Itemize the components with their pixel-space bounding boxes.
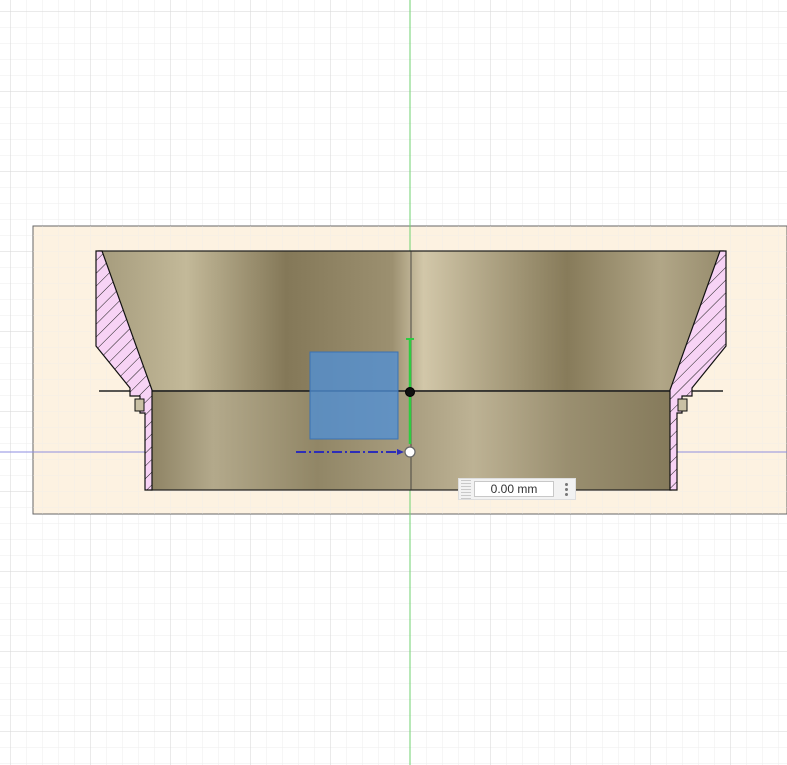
canvas[interactable]: [0, 0, 787, 765]
dimension-input-box[interactable]: [458, 478, 576, 500]
sketch-point[interactable]: [404, 446, 416, 458]
vertical-ellipsis-icon[interactable]: [559, 479, 573, 499]
left-groove: [134, 398, 145, 412]
selection-box[interactable]: [309, 351, 399, 440]
dimension-value-input[interactable]: [474, 481, 554, 497]
origin-point[interactable]: [405, 387, 415, 397]
drag-grip-icon[interactable]: [461, 479, 471, 499]
cad-viewport[interactable]: [0, 0, 787, 765]
right-groove: [677, 398, 688, 412]
